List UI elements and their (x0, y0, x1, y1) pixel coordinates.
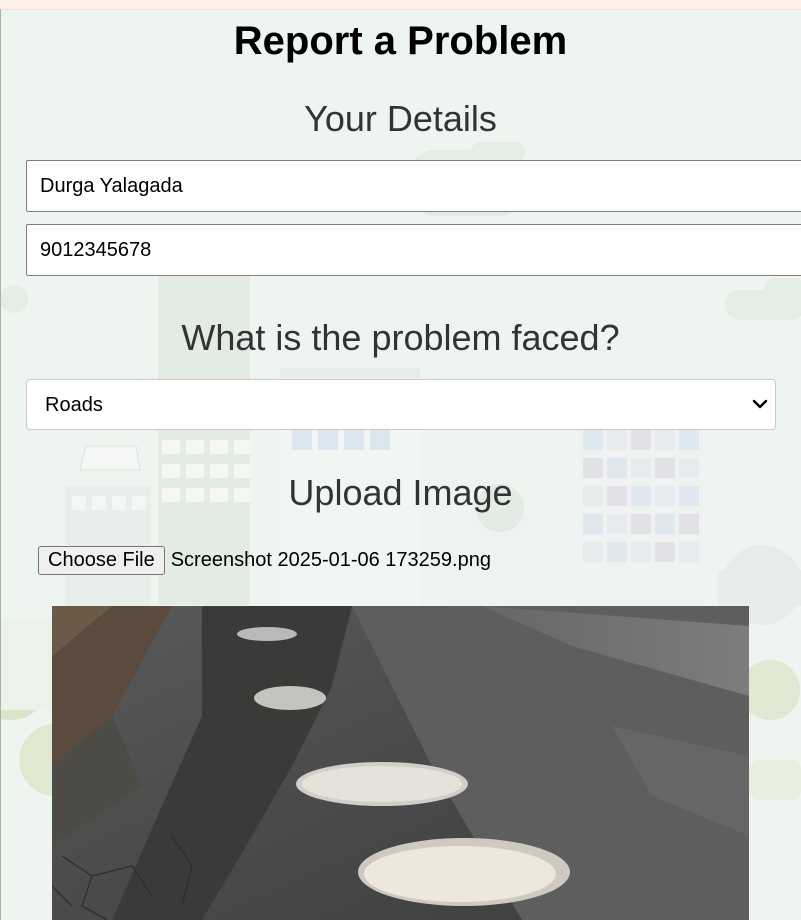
problem-select-value: Roads (45, 394, 103, 416)
upload-heading: Upload Image (288, 472, 513, 513)
file-input[interactable]: Choose File Screenshot 2025-01-06 173259… (38, 546, 491, 575)
selected-file-name: Screenshot 2025-01-06 173259.png (170, 549, 491, 571)
choose-file-button[interactable]: Choose File (38, 546, 165, 575)
left-edge-line (0, 9, 1, 920)
page-title: Report a Problem (233, 19, 568, 63)
problem-heading: What is the problem faced? (181, 317, 620, 358)
details-heading: Your Details (304, 98, 497, 139)
phone-field[interactable] (26, 224, 801, 276)
uploaded-image-preview (52, 606, 749, 920)
name-field[interactable] (26, 160, 801, 212)
chevron-down-icon (752, 399, 768, 409)
problem-select[interactable]: Roads (26, 379, 776, 430)
